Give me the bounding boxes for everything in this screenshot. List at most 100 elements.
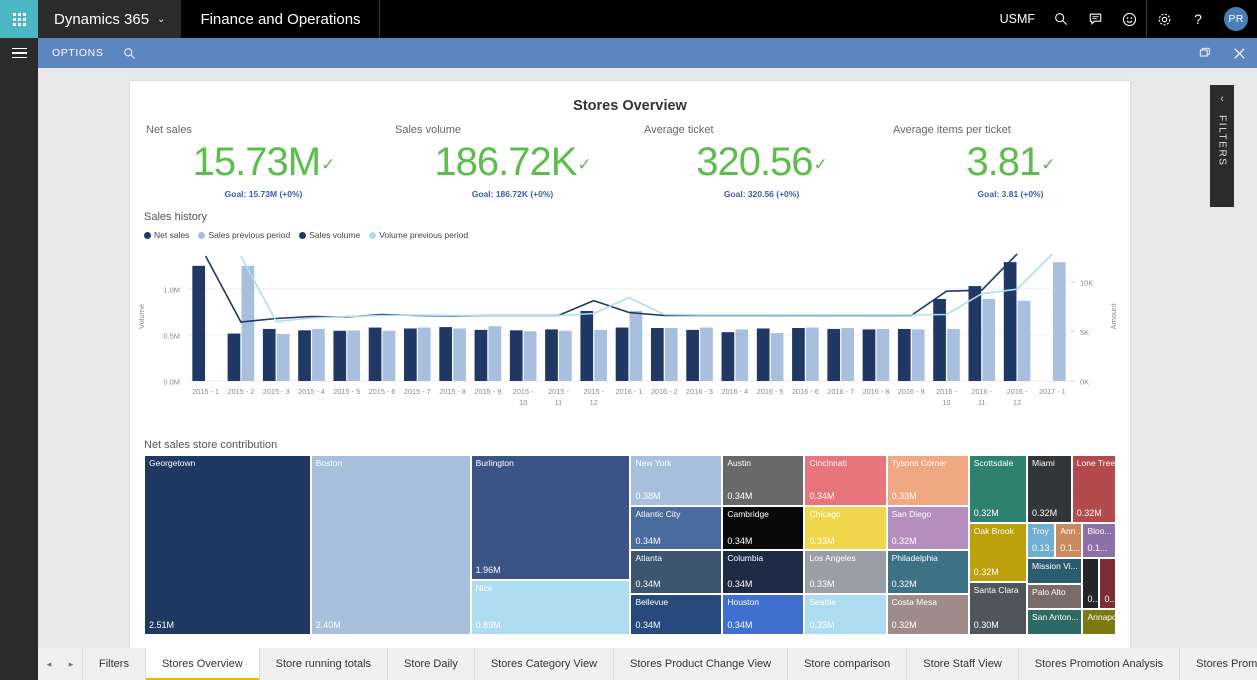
y2-axis-tick-label: 5K [1080, 328, 1089, 337]
treemap-tile-value: 0.33M [891, 491, 917, 502]
treemap-tile[interactable]: Cambridge 0.34M [722, 506, 805, 551]
help-icon[interactable]: ? [1181, 0, 1215, 38]
x-axis-tick-label: 10 [942, 398, 950, 407]
net-sales-store-contribution-treemap[interactable]: Georgetown 2.51M Boston 2.40M Burlington 1.96… [144, 455, 1116, 635]
tab-filters[interactable]: Filters [82, 648, 145, 680]
treemap-tile[interactable]: Bellevue 0.34M [630, 593, 723, 635]
chart-bar [650, 328, 664, 381]
tab-stores-promotion-impact-analysis[interactable]: Stores Promotion Impact Analysis [1179, 648, 1257, 680]
tab-prev-arrow[interactable]: ◂ [38, 659, 60, 670]
treemap-tile[interactable]: Los Angeles 0.33M [804, 550, 887, 594]
treemap-tile[interactable]: Miami 0.32M [1027, 455, 1072, 523]
company-selector[interactable]: USMF [991, 0, 1044, 38]
page-search-icon[interactable] [117, 47, 142, 60]
tab-store-running-totals[interactable]: Store running totals [258, 648, 388, 680]
treemap-tile-value: 0.13... [1032, 542, 1056, 553]
close-icon[interactable] [1222, 38, 1257, 68]
treemap-tile-label: Scottsdale [973, 458, 1014, 468]
avatar[interactable]: PR [1215, 0, 1257, 38]
x-axis-tick-label: 10 [519, 398, 527, 407]
treemap-tile[interactable]: Atlantic City 0.34M [630, 506, 723, 551]
kpi-goal: Goal: 320.56 (+0%) [723, 189, 800, 199]
kpi-card-average-ticket[interactable]: Average ticket 320.56✓ Goal: 320.56 (+0%… [630, 124, 879, 199]
treemap-tile[interactable]: 0.... [1082, 557, 1100, 609]
treemap-tile[interactable]: New York 0.38M [630, 455, 723, 507]
treemap-tile-value: 0.33M [809, 578, 835, 589]
legend-item[interactable]: Volume previous period [369, 230, 468, 240]
chart-bar [629, 310, 643, 381]
treemap-tile[interactable]: Troy 0.13... [1027, 522, 1056, 558]
chevron-left-icon[interactable]: ‹ [1220, 93, 1224, 105]
treemap-tile-value: 0.32M [973, 507, 999, 518]
nav-menu-toggle[interactable] [0, 38, 38, 68]
kpi-label: Sales volume [395, 124, 462, 136]
treemap-tile[interactable]: 0... [1099, 557, 1116, 609]
x-axis-tick-label: 11 [978, 398, 986, 407]
treemap-tile[interactable]: Austin 0.34M [722, 455, 805, 507]
app-launcher-icon[interactable] [0, 0, 38, 38]
tab-label: Stores Product Change View [630, 658, 772, 670]
tab-stores-promotion-analysis[interactable]: Stores Promotion Analysis [1017, 648, 1180, 680]
treemap-tile[interactable]: San Diego 0.32M [886, 506, 969, 551]
treemap-tile[interactable]: Palo Alto [1027, 583, 1083, 609]
treemap-tile[interactable]: Tysons Corner 0.33M [886, 455, 969, 507]
treemap-tile[interactable]: Mission Vi... [1027, 557, 1083, 584]
tab-scroll-arrows: ◂ ▸ [38, 648, 82, 680]
treemap-tile[interactable]: Santa Clara 0.30M [968, 581, 1028, 635]
x-axis-tick-label: 2015 - [548, 387, 569, 396]
treemap-tile-value: 0.32M [973, 567, 999, 577]
treemap-tile[interactable]: Scottsdale 0.32M [968, 455, 1028, 523]
treemap-tile[interactable]: Annapolis [1082, 608, 1116, 635]
options-menu-button[interactable]: OPTIONS [38, 47, 117, 59]
tab-stores-overview[interactable]: Stores Overview [144, 648, 259, 680]
treemap-tile[interactable]: Cincinnati 0.34M [804, 455, 887, 507]
gear-icon[interactable] [1147, 0, 1181, 38]
tab-label: Filters [99, 658, 129, 670]
treemap-tile[interactable]: Atlanta 0.34M [630, 550, 723, 594]
filters-panel-collapsed[interactable]: ‹ FILTERS [1210, 85, 1234, 207]
tab-store-comparison[interactable]: Store comparison [787, 648, 907, 680]
treemap-tile[interactable]: Boston 2.40M [310, 455, 471, 635]
feedback-icon[interactable] [1078, 0, 1112, 38]
treemap-tile[interactable]: Oak Brook 0.32M [968, 522, 1028, 582]
treemap-tile[interactable]: Chicago 0.33M [804, 506, 887, 551]
smiley-icon[interactable] [1112, 0, 1146, 38]
treemap-tile[interactable]: Columbia 0.34M [722, 550, 805, 594]
kpi-card-average-items-per-ticket[interactable]: Average items per ticket 3.81✓ Goal: 3.8… [879, 124, 1128, 199]
treemap-tile[interactable]: Nice 0.89M [470, 580, 631, 635]
treemap-tile[interactable]: Georgetown 2.51M [144, 455, 311, 635]
chart-bar [1052, 262, 1066, 381]
hamburger-icon [11, 45, 27, 62]
restore-window-icon[interactable] [1188, 38, 1222, 68]
legend-item[interactable]: Sales volume [299, 230, 360, 240]
legend-item[interactable]: Sales previous period [198, 230, 290, 240]
tab-store-daily[interactable]: Store Daily [387, 648, 474, 680]
treemap-tile[interactable]: Houston 0.34M [722, 593, 805, 635]
tab-stores-category-view[interactable]: Stores Category View [473, 648, 614, 680]
treemap-tile-label: Annapolis [1087, 611, 1116, 622]
kpi-card-net-sales[interactable]: Net sales 15.73M✓ Goal: 15.73M (+0%) [132, 124, 381, 199]
treemap-tile[interactable]: Bloo... 0.1... [1082, 522, 1116, 558]
treemap-tile[interactable]: Costa Mesa 0.32M [886, 593, 969, 635]
kpi-card-sales-volume[interactable]: Sales volume 186.72K✓ Goal: 186.72K (+0%… [381, 124, 630, 199]
treemap-tile[interactable]: Burlington 1.96M [470, 455, 631, 581]
treemap-tile-label: Nice [475, 583, 493, 594]
brand-menu[interactable]: Dynamics 365 ⌄ [38, 0, 183, 38]
chart-bar [947, 328, 960, 381]
treemap-tile[interactable]: San Anton... [1027, 608, 1083, 635]
treemap-tile[interactable]: Ann ... 0.1... [1055, 522, 1083, 558]
legend-item[interactable]: Net sales [144, 230, 189, 240]
module-name[interactable]: Finance and Operations [182, 0, 380, 38]
tab-store-staff-view[interactable]: Store Staff View [906, 648, 1018, 680]
treemap-tile[interactable]: Lone Tree 0.32M [1071, 455, 1116, 523]
kpi-value: 320.56✓ [696, 140, 828, 184]
treemap-tile[interactable]: Philadelphia 0.32M [886, 550, 969, 594]
tab-next-arrow[interactable]: ▸ [60, 659, 82, 670]
chart-bar [1003, 262, 1017, 381]
search-icon[interactable] [1044, 0, 1078, 38]
x-axis-tick-label: 11 [555, 398, 563, 407]
tab-stores-product-change-view[interactable]: Stores Product Change View [613, 648, 788, 680]
sales-history-chart[interactable]: 0.0M 0.5M 1.0M 0K 5K 10K Volume Amount 2015 - 12… [130, 244, 1130, 429]
chart-bar [686, 329, 699, 381]
treemap-tile[interactable]: Seattle 0.33M [804, 593, 887, 635]
